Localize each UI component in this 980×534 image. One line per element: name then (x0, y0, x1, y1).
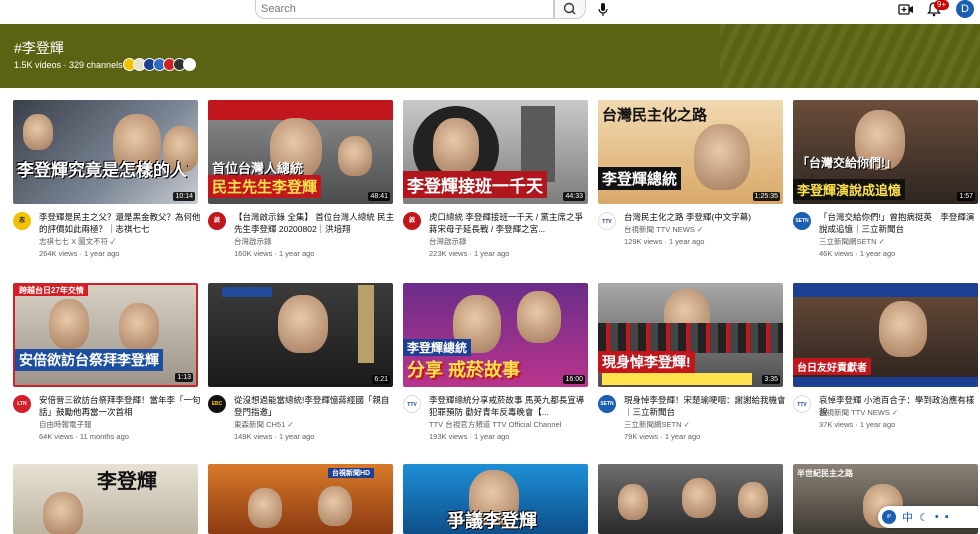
channel-name[interactable]: 台視新聞 TTV NEWS ✓ (819, 407, 979, 418)
channel-name[interactable]: TTV 台視官方頻道 TTV Official Channel (429, 419, 589, 430)
video-stats: 64K views · 11 months ago (39, 432, 129, 441)
channel-name[interactable]: 自由時報電子報 (39, 419, 199, 430)
video-thumbnail[interactable]: 李登輝究竟是怎樣的人? 10:14 (13, 100, 198, 204)
thumbnail-caption: 李登輝總統 (598, 167, 682, 190)
video-duration: 1:13 (175, 373, 193, 382)
notification-count-badge: 9+ (934, 0, 950, 10)
video-title[interactable]: 李登輝是民主之父？還是黑金教父？為何他的評價如此兩極？｜志祺七七 (39, 211, 201, 235)
thumbnail-caption: 李登輝演說成追憶 (793, 179, 906, 200)
floating-toolbar[interactable]: iP 中 ☾ • ▪ (878, 506, 980, 528)
video-thumbnail[interactable]: 李登輝總統 分享 戒菸故事 16:00 (403, 283, 588, 387)
search-input[interactable]: Search (255, 0, 554, 19)
thumbnail-top-text: 跨越台日27年交情 (15, 285, 88, 296)
video-stats: 129K views · 1 year ago (624, 237, 705, 246)
video-title[interactable]: 安倍晉三欲訪台祭拜李登輝！當年李「一句話」鼓勵他再當一次首相 (39, 394, 201, 418)
video-duration: 44:33 (563, 192, 585, 201)
video-duration: 1:57 (957, 192, 975, 201)
channel-avatars (123, 58, 196, 72)
thumbnail-top-text: 李登輝總統 (403, 339, 472, 356)
hashtag-title: #李登輝 (14, 40, 64, 56)
video-thumbnail[interactable]: 李登輝 (13, 464, 198, 534)
video-thumbnail[interactable]: 首位台灣人總統 民主先生李登輝 48:41 (208, 100, 393, 204)
thumbnail-top-text: 半世紀民主之路 (797, 469, 853, 478)
video-title[interactable]: 虎口總統 李登輝接班一千天 / 黨主席之爭 蔣宋母子延長戰 / 李登輝之宮... (429, 211, 591, 235)
thumbnail-caption: 民主先生李登輝 (208, 175, 322, 198)
video-title[interactable]: 台灣民主化之路 李登輝(中文字幕) (624, 211, 786, 223)
video-title[interactable]: 現身悼李登輝！宋楚瑜哽咽：謝謝給我機會｜三立新聞台 (624, 394, 786, 418)
thumbnail-top-text: 台灣民主化之路 (602, 107, 708, 124)
create-video-icon[interactable] (898, 1, 914, 17)
thumbnail-caption: 台日友好貢獻者 (793, 358, 871, 375)
thumbnail-caption: 分享 戒菸故事 (407, 360, 521, 380)
video-stats: 46K views · 1 year ago (819, 249, 896, 258)
thumbnail-caption: 安倍欲訪台祭拜李登輝 (15, 349, 163, 371)
channel-name[interactable]: 三立新聞網SETN ✓ (819, 236, 979, 247)
channel-avatar (183, 58, 196, 71)
channel-icon[interactable]: 志 (13, 212, 31, 230)
channel-name[interactable]: 台視新聞 TTV NEWS ✓ (624, 224, 784, 235)
channel-name[interactable]: 台灣啟示錄 (234, 236, 394, 247)
video-thumbnail[interactable]: 跨越台日27年交情 安倍欲訪台祭拜李登輝 1:13 (13, 283, 198, 387)
video-duration: 10:14 (173, 192, 195, 201)
search-button[interactable] (554, 0, 586, 19)
channel-icon[interactable]: EBC (208, 395, 226, 413)
video-duration: 16:00 (563, 375, 585, 384)
hashtag-stats: 1.5K videos · 329 channels (14, 60, 123, 70)
video-stats: 193K views · 1 year ago (429, 432, 510, 441)
account-avatar[interactable]: D (956, 0, 974, 18)
thumbnail-caption: 李登輝究竟是怎樣的人? (17, 161, 188, 180)
video-thumbnail[interactable]: 「台灣交給你們!」 李登輝演說成追憶 1:57 (793, 100, 978, 204)
thumbnail-top-text: 台視新聞HD (328, 468, 375, 478)
channel-icon[interactable]: TTV (403, 395, 421, 413)
microphone-icon[interactable]: • (935, 511, 939, 523)
channel-icon[interactable]: TTV (793, 395, 811, 413)
thumbnail-caption: 現身悼李登輝! (598, 351, 695, 373)
video-thumbnail[interactable] (598, 464, 783, 534)
channel-name[interactable]: 東森新聞 CH51 ✓ (234, 419, 394, 430)
iplay-logo-icon[interactable]: iP (882, 510, 896, 524)
thumbnail-caption: 爭議李登輝 (447, 511, 537, 531)
microphone-icon[interactable] (596, 2, 610, 18)
video-stats: 264K views · 1 year ago (39, 249, 120, 258)
more-icon[interactable]: ▪ (945, 511, 949, 523)
thumbnail-top-text: 「台灣交給你們!」 (797, 156, 897, 170)
video-duration: 48:41 (368, 192, 390, 201)
video-duration: 6:21 (372, 375, 390, 384)
video-thumbnail[interactable]: 台視新聞HD (208, 464, 393, 534)
video-title[interactable]: 【台灣啟示錄 全集】 首位台灣人總統 民主先生李登輝 20200802｜洪培翔 (234, 211, 396, 235)
thumbnail-caption: 李登輝 (97, 471, 157, 493)
channel-name[interactable]: 台灣啟示錄 (429, 236, 589, 247)
channel-icon[interactable]: 啟 (208, 212, 226, 230)
moon-icon[interactable]: ☾ (919, 511, 929, 524)
channel-icon[interactable]: 啟 (403, 212, 421, 230)
channel-icon[interactable]: SETN (598, 395, 616, 413)
banner-pattern (720, 24, 980, 88)
video-thumbnail[interactable]: 現身悼李登輝! 3:35 (598, 283, 783, 387)
video-thumbnail[interactable]: 6:21 (208, 283, 393, 387)
top-bar: Search 9+ D (0, 0, 980, 24)
video-stats: 223K views · 1 year ago (429, 249, 510, 258)
video-thumbnail[interactable]: 台日友好貢獻者 (793, 283, 978, 387)
video-thumbnail[interactable]: 台灣民主化之路 李登輝總統 1:25:35 (598, 100, 783, 204)
hashtag-banner: #李登輝 1.5K videos · 329 channels (0, 24, 980, 88)
video-duration: 3:35 (762, 375, 780, 384)
video-title[interactable]: 李登輝總統分享戒菸故事 馬英九都長宣導犯罪預防 勸好青年反毒晚會【... (429, 394, 591, 418)
video-title[interactable]: 「台灣交給你們!」曾抱病挺英 李登輝演說成追憶｜三立新聞台 (819, 211, 980, 235)
video-stats: 149K views · 1 year ago (234, 432, 315, 441)
channel-name[interactable]: 志祺七七 X 圖文不符 ✓ (39, 236, 199, 247)
video-stats: 160K views · 1 year ago (234, 249, 315, 258)
thumbnail-caption: 李登輝接班一千天 (403, 171, 547, 198)
video-thumbnail[interactable]: 爭議李登輝 (403, 464, 588, 534)
channel-name[interactable]: 三立新聞網SETN ✓ (624, 419, 784, 430)
language-toggle[interactable]: 中 (902, 509, 913, 525)
video-stats: 37K views · 1 year ago (819, 420, 896, 429)
video-duration: 1:25:35 (752, 192, 780, 201)
search-icon (563, 2, 576, 15)
video-stats: 79K views · 1 year ago (624, 432, 701, 441)
video-title[interactable]: 從沒想過能當總統!李登輝憶蔣經國「親自登門指邀」 (234, 394, 396, 418)
channel-icon[interactable]: TTV (598, 212, 616, 230)
channel-icon[interactable]: LTN (13, 395, 31, 413)
video-thumbnail[interactable]: 李登輝接班一千天 44:33 (403, 100, 588, 204)
channel-icon[interactable]: SETN (793, 212, 811, 230)
